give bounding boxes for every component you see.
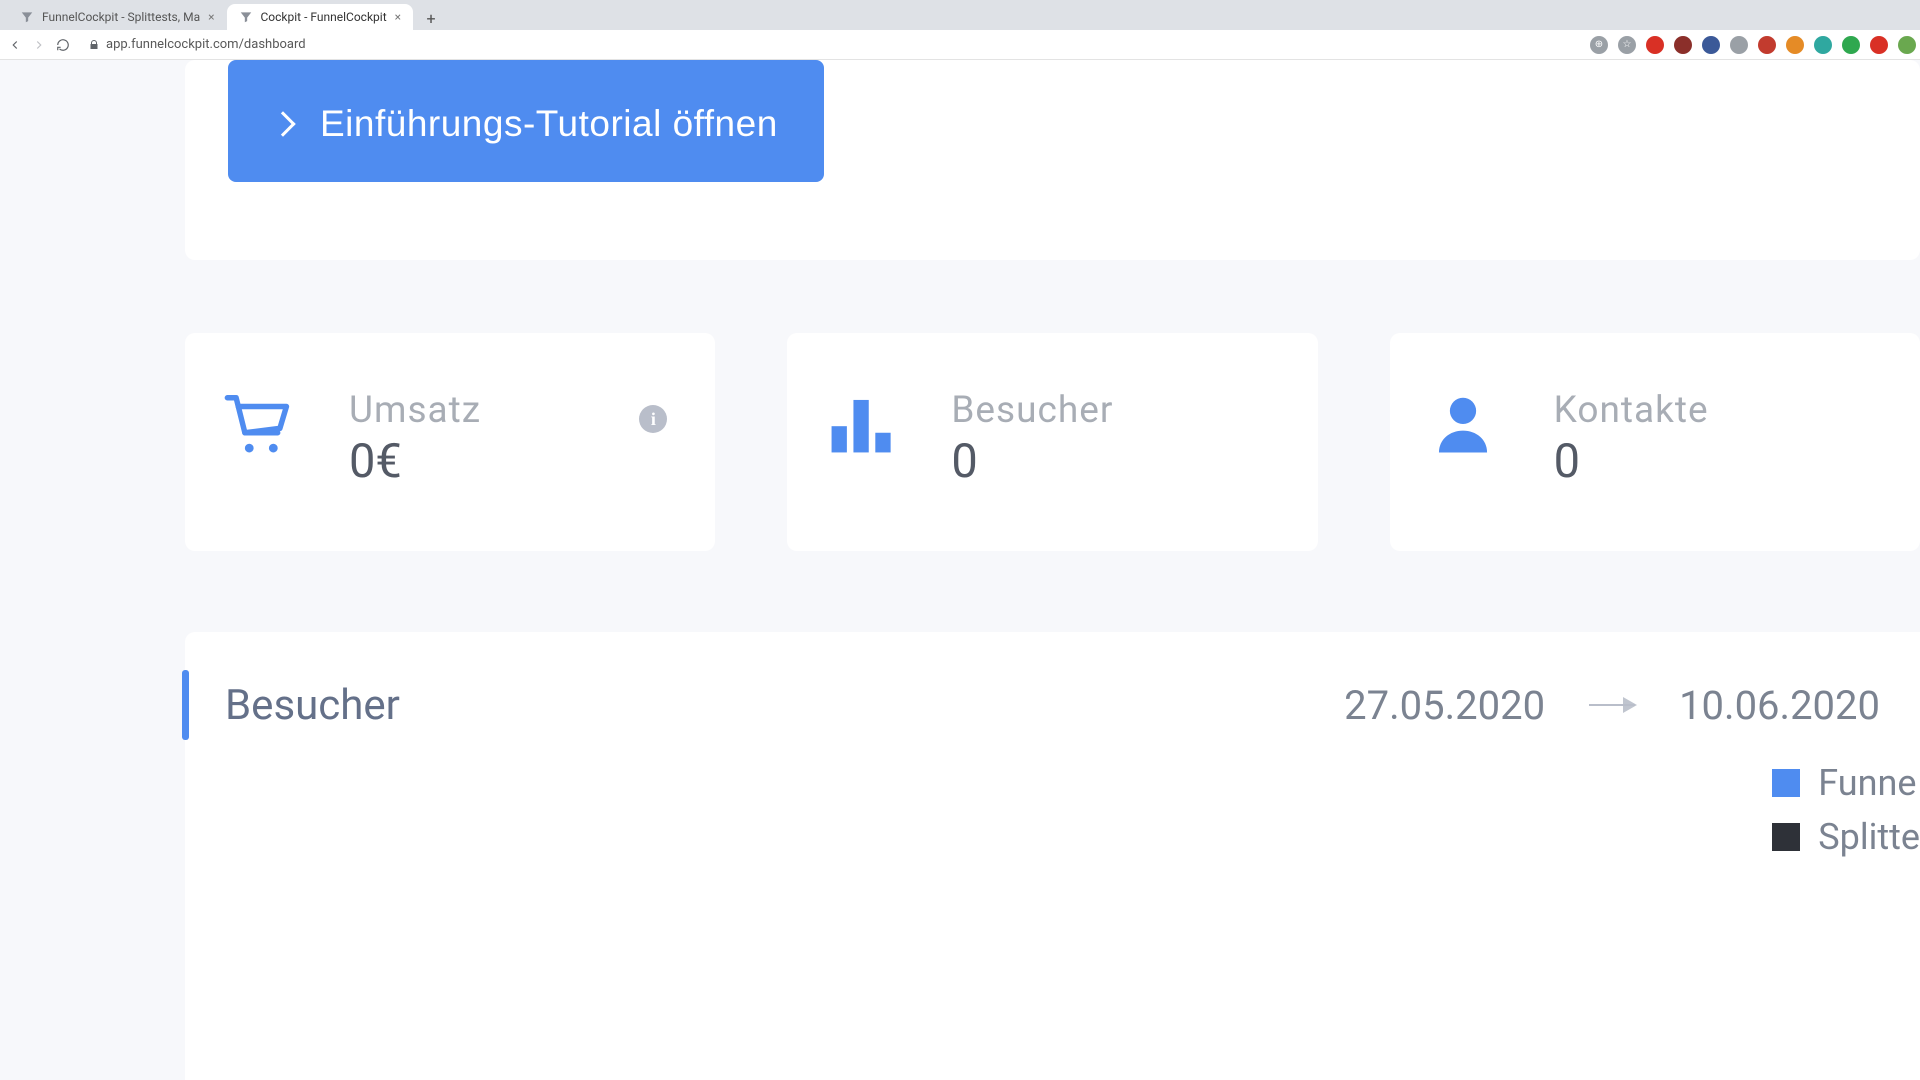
browser-chrome: FunnelCockpit - Splittests, Ma × Cockpit… [0, 0, 1920, 60]
ext-darkred-icon[interactable] [1674, 36, 1692, 54]
back-button[interactable] [8, 36, 22, 54]
chevron-right-icon [270, 111, 295, 136]
star-icon[interactable]: ☆ [1618, 36, 1636, 54]
visitors-panel: Besucher 27.05.2020 10.06.2020 Funne Spl… [185, 632, 1920, 1080]
stat-card-contacts[interactable]: Kontakte 0 [1390, 333, 1920, 551]
legend-label: Funne [1818, 762, 1916, 804]
close-icon[interactable]: × [208, 10, 214, 24]
browser-toolbar: app.funnelcockpit.com/dashboard ⊕☆ [0, 30, 1920, 60]
date-from: 27.05.2020 [1344, 682, 1545, 729]
reload-button[interactable] [56, 36, 70, 54]
person-icon [1428, 389, 1508, 469]
stat-value: 0 [951, 434, 1113, 489]
visitors-panel-header: Besucher 27.05.2020 10.06.2020 [185, 632, 1920, 740]
tutorial-button-label: Einführungs-Tutorial öffnen [320, 103, 778, 145]
stat-text: Umsatz 0€ [349, 389, 481, 489]
tab-title: FunnelCockpit - Splittests, Ma [42, 10, 200, 24]
ext-orange-icon[interactable] [1786, 36, 1804, 54]
browser-tab-funnelcockpit[interactable]: FunnelCockpit - Splittests, Ma × [8, 4, 227, 30]
stat-label: Umsatz [349, 389, 481, 432]
bar-chart-icon [825, 389, 905, 469]
cart-icon [223, 389, 303, 469]
close-icon[interactable]: × [395, 10, 401, 24]
ext-green-icon[interactable] [1842, 36, 1860, 54]
legend-item-splittest[interactable]: Splitte [1772, 816, 1920, 858]
ext-red-2-icon[interactable] [1758, 36, 1776, 54]
avatar-icon[interactable] [1898, 36, 1916, 54]
stat-card-revenue[interactable]: Umsatz 0€ i [185, 333, 715, 551]
legend-swatch-icon [1772, 769, 1800, 797]
lock-icon [88, 39, 100, 51]
legend-label: Splitte [1818, 816, 1920, 858]
stat-value: 0€ [349, 434, 481, 489]
address-bar[interactable]: app.funnelcockpit.com/dashboard [80, 34, 1580, 56]
page: Einführungs-Tutorial öffnen Umsatz 0€ i [0, 60, 1920, 1080]
chart-legend: Funne Splitte [1772, 762, 1920, 858]
stat-value: 0 [1554, 434, 1709, 489]
stat-text: Kontakte 0 [1554, 389, 1709, 489]
browser-tab-cockpit[interactable]: Cockpit - FunnelCockpit × [227, 4, 414, 30]
accent-bar [182, 670, 189, 740]
ext-red-3-icon[interactable] [1870, 36, 1888, 54]
extension-icons-row: ⊕☆ [1590, 36, 1920, 54]
stat-label: Kontakte [1554, 389, 1709, 432]
funnel-icon [239, 10, 253, 24]
legend-item-funnel[interactable]: Funne [1772, 762, 1920, 804]
arrow-right-icon [1589, 704, 1635, 706]
ext-gray-1-icon[interactable] [1730, 36, 1748, 54]
browser-tabstrip: FunnelCockpit - Splittests, Ma × Cockpit… [0, 0, 1920, 30]
legend-swatch-icon [1772, 823, 1800, 851]
stat-card-visitors[interactable]: Besucher 0 [787, 333, 1317, 551]
date-to: 10.06.2020 [1679, 682, 1880, 729]
ext-fb-icon[interactable] [1702, 36, 1720, 54]
funnel-icon [20, 10, 34, 24]
stat-label: Besucher [951, 389, 1113, 432]
date-range[interactable]: 27.05.2020 10.06.2020 [1344, 682, 1880, 729]
stat-text: Besucher 0 [951, 389, 1113, 489]
ext-red-1-icon[interactable] [1646, 36, 1664, 54]
forward-button[interactable] [32, 36, 46, 54]
site-info-icon[interactable]: ⊕ [1590, 36, 1608, 54]
new-tab-button[interactable]: + [419, 6, 443, 30]
panel-title: Besucher [225, 681, 400, 730]
stats-row: Umsatz 0€ i Besucher 0 [185, 333, 1920, 551]
url-text: app.funnelcockpit.com/dashboard [106, 37, 306, 52]
info-icon[interactable]: i [639, 405, 667, 433]
tab-title: Cockpit - FunnelCockpit [261, 10, 387, 24]
open-tutorial-button[interactable]: Einführungs-Tutorial öffnen [228, 60, 824, 182]
ext-teal-icon[interactable] [1814, 36, 1832, 54]
